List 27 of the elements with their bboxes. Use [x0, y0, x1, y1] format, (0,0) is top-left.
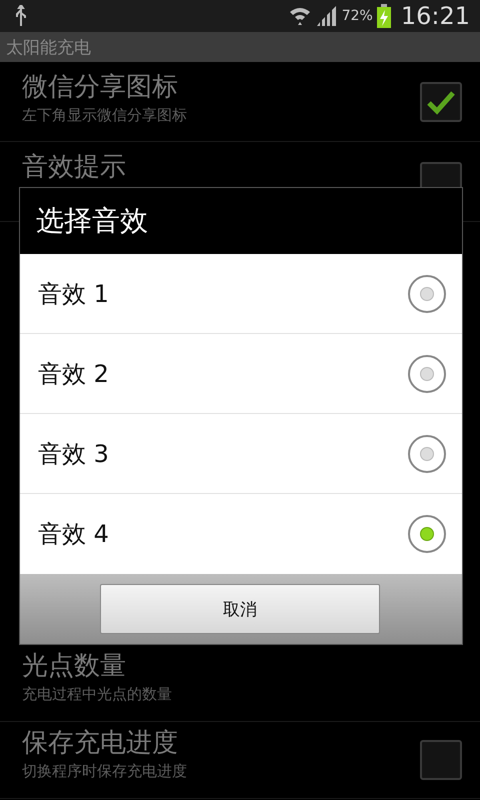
settings-row[interactable]: 保存充电进度 切换程序时保存充电进度	[0, 722, 480, 799]
setting-title: 保存充电进度	[22, 727, 179, 760]
checkbox[interactable]	[420, 740, 462, 780]
radio-button[interactable]	[408, 434, 446, 472]
battery-charging-icon	[376, 4, 391, 28]
cancel-button[interactable]: 取消	[100, 584, 380, 634]
setting-title: 光点数量	[22, 650, 127, 683]
option-item[interactable]: 音效 3	[20, 414, 462, 494]
signal-icon	[316, 5, 338, 27]
option-item[interactable]: 音效 2	[20, 334, 462, 414]
setting-summary: 左下角显示微信分享图标	[22, 106, 188, 125]
setting-title: 音效提示	[22, 151, 127, 184]
setting-title: 微信分享图标	[22, 71, 179, 104]
setting-summary: 充电过程中光点的数量	[22, 685, 173, 704]
usb-icon	[14, 5, 28, 27]
radio-button[interactable]	[408, 274, 446, 312]
radio-button[interactable]	[408, 515, 446, 553]
wifi-icon	[288, 5, 312, 27]
battery-percent: 72%	[342, 8, 373, 24]
app-title: 太阳能充电	[6, 36, 91, 58]
option-item[interactable]: 音效 4	[20, 494, 462, 574]
setting-summary: 切换程序时保存充电进度	[22, 762, 188, 781]
radio-button[interactable]	[408, 354, 446, 392]
settings-row[interactable]: 微信分享图标 左下角显示微信分享图标	[0, 62, 480, 142]
clock: 16:21	[400, 2, 470, 30]
option-item[interactable]: 音效 1	[20, 254, 462, 334]
checkbox[interactable]	[420, 82, 462, 122]
